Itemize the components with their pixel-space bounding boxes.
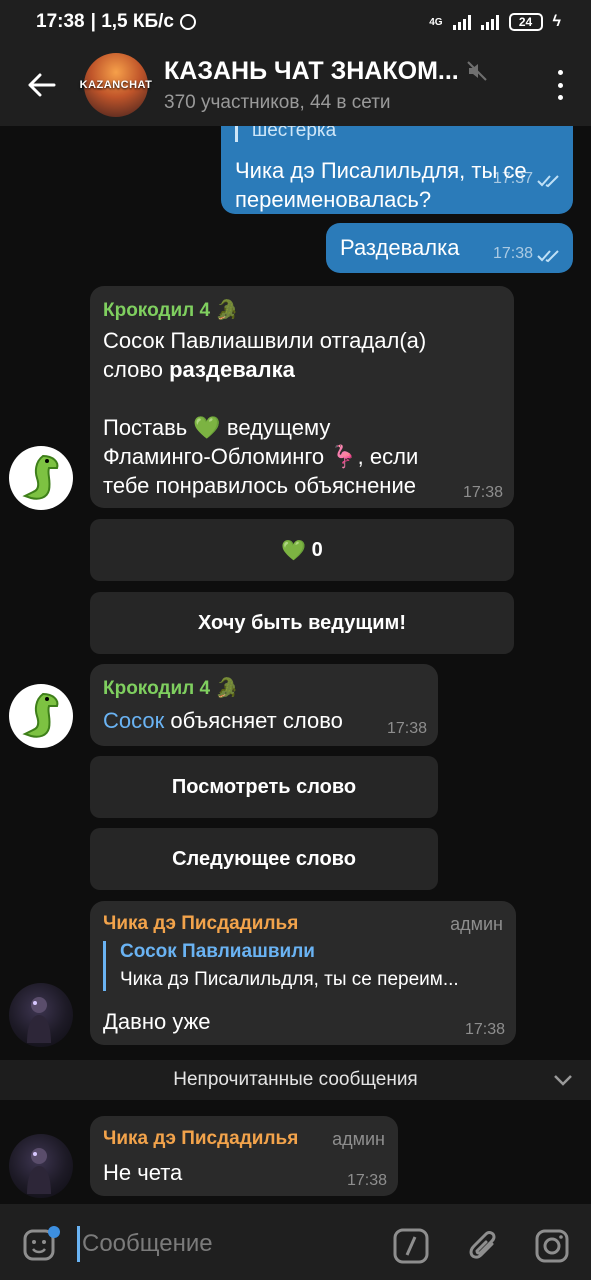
message-incoming[interactable]: Чика дэ Писдадилья админ Не чета 17:38 [90, 1116, 398, 1196]
message-fragment: Поставь [103, 415, 194, 440]
battery-level: 24 [518, 15, 533, 29]
message-line: Сосок Павлиашвили отгадал(а) [103, 328, 427, 353]
crocodile-emoji: 🐊 [215, 678, 240, 699]
reply-sender: Сосок Павлиашвили [120, 941, 315, 962]
sender-name: Крокодил 4 🐊 [103, 298, 239, 322]
signal-2-icon [480, 14, 499, 30]
chat-header: KAZANCHAT КАЗАНЬ ЧАТ ЗНАКОМ... 370 участ… [0, 44, 591, 126]
user-mention-link[interactable]: Сосок [103, 708, 164, 733]
message-composer [0, 1204, 591, 1280]
chat-title: КАЗАНЬ ЧАТ ЗНАКОМ... [164, 56, 459, 85]
sender-name: Чика дэ Писдадилья [103, 913, 299, 934]
like-count: 0 [311, 538, 323, 561]
sticker-icon[interactable] [22, 1226, 60, 1264]
message-line: Фламинго-Обломинго 🦩, если [103, 442, 503, 471]
message-fragment: Фламинго-Обломинго [103, 444, 331, 469]
signal-icon [452, 14, 471, 30]
back-arrow-icon [28, 73, 56, 97]
message-time: 17:38 [386, 720, 427, 737]
message-input[interactable] [82, 1224, 362, 1264]
admin-badge: админ [332, 1129, 385, 1149]
message-outgoing[interactable]: шестерка Чика дэ Писалильдля, ты се пере… [221, 126, 573, 214]
message-incoming[interactable]: Крокодил 4 🐊 Сосок Павлиашвили отгадал(а… [90, 286, 514, 508]
chat-avatar[interactable]: KAZANCHAT [80, 53, 152, 117]
unread-divider: Непрочитанные сообщения [0, 1060, 591, 1100]
message-list[interactable]: шестерка Чика дэ Писалильдля, ты се пере… [0, 126, 591, 1204]
crocodile-icon [22, 454, 59, 500]
message-text: Сосок Павлиашвили отгадал(а) слово разде… [103, 326, 503, 500]
double-check-icon [537, 250, 559, 263]
message-line: слово раздевалка [103, 355, 503, 384]
next-word-button[interactable]: Следующее слово [90, 828, 438, 890]
message-incoming[interactable]: Чика дэ Писдадилья админ Сосок Павлиашви… [90, 901, 516, 1045]
search-status-icon [180, 14, 196, 30]
chat-avatar-text: KAZANCHAT [79, 79, 153, 91]
message-fragment: ведущему [220, 415, 331, 440]
like-button[interactable]: 💚 0 [90, 519, 514, 581]
back-button[interactable] [0, 44, 84, 126]
text-caret [77, 1226, 80, 1262]
guessed-word: раздевалка [169, 357, 295, 382]
chevron-down-icon[interactable] [553, 1074, 573, 1086]
mute-icon [467, 61, 487, 81]
battery-icon: 24 [508, 13, 543, 31]
become-host-button[interactable]: Хочу быть ведущим! [90, 592, 514, 654]
message-time: 17:37 [492, 170, 533, 187]
double-check-icon [537, 175, 559, 188]
network-tech: 4G [429, 16, 443, 28]
message-time: 17:38 [462, 484, 503, 501]
crocodile-emoji: 🐊 [215, 300, 240, 321]
bot-avatar[interactable] [9, 684, 73, 748]
sender-name-text: Крокодил 4 [103, 300, 211, 321]
network-speed: | 1,5 КБ/с [90, 11, 174, 32]
status-time: 17:38 [36, 11, 85, 32]
message-time: 17:38 [492, 245, 533, 262]
chat-title-block[interactable]: КАЗАНЬ ЧАТ ЗНАКОМ... 370 участников, 44 … [164, 57, 494, 114]
sender-name: Крокодил 4 🐊 [103, 676, 239, 700]
message-line: тебе понравилось объяснение [103, 473, 416, 498]
attach-icon[interactable] [465, 1228, 501, 1264]
status-bar: 17:38 | 1,5 КБ/с 4G 24 ϟ [0, 0, 591, 44]
avatar-figure [27, 997, 51, 1043]
user-avatar[interactable] [9, 983, 73, 1047]
charging-icon: ϟ [552, 13, 561, 30]
message-text: Давно уже [103, 1009, 211, 1034]
message-text: Не чета [103, 1160, 183, 1185]
message-line: переименовалась? [235, 187, 432, 212]
flamingo-emoji: 🦩 [330, 444, 358, 469]
avatar-figure [27, 1148, 51, 1194]
reply-preview[interactable]: Сосок Павлиашвили Чика дэ Писалильдля, т… [103, 941, 503, 991]
chat-subtitle: 370 участников, 44 в сети [164, 91, 391, 113]
sender-name: Чика дэ Писдадилья [103, 1128, 299, 1149]
bot-command-icon[interactable] [393, 1228, 429, 1264]
green-heart-emoji: 💚 [193, 415, 221, 440]
bot-avatar[interactable] [9, 446, 73, 510]
view-word-button[interactable]: Посмотреть слово [90, 756, 438, 818]
sender-name-text: Крокодил 4 [103, 678, 211, 699]
message-line: Поставь 💚 ведущему [103, 413, 503, 442]
admin-badge: админ [450, 914, 503, 934]
user-avatar[interactable] [9, 1134, 73, 1198]
reply-preview-cut: шестерка [235, 126, 336, 142]
message-text: Раздевалка [340, 235, 460, 260]
unread-label: Непрочитанные сообщения [173, 1069, 418, 1090]
message-fragment: , если [357, 444, 419, 469]
reply-text: Чика дэ Писалильдля, ты се переим... [120, 969, 459, 990]
message-text: Сосок объясняет слово [103, 706, 343, 735]
message-time: 17:38 [346, 1172, 387, 1189]
message-outgoing[interactable]: Раздевалка 17:38 [326, 223, 573, 273]
green-heart-emoji: 💚 [281, 539, 307, 562]
camera-icon[interactable] [534, 1228, 570, 1264]
more-vert-icon[interactable] [555, 70, 565, 100]
crocodile-icon [22, 692, 59, 738]
message-fragment: слово [103, 357, 170, 382]
message-time: 17:38 [464, 1021, 505, 1038]
message-fragment: объясняет слово [164, 708, 343, 733]
message-incoming[interactable]: Крокодил 4 🐊 Сосок объясняет слово 17:38 [90, 664, 438, 746]
